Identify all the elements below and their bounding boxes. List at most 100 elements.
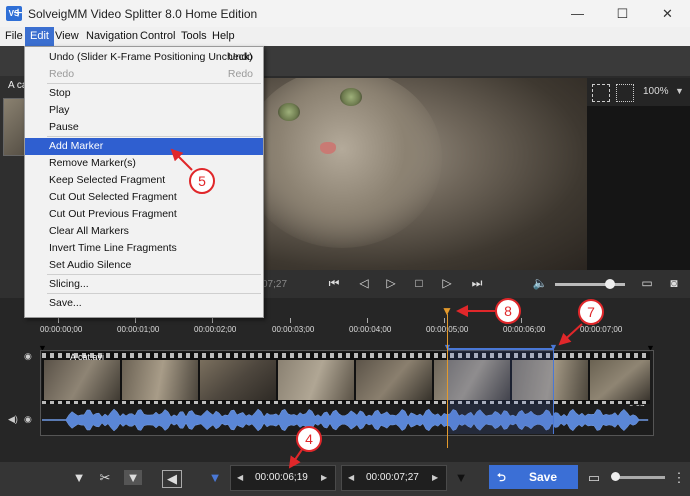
menu-separator: [47, 293, 261, 294]
ruler-label: 00:00:01;00: [117, 325, 160, 334]
video-frame: [200, 360, 276, 400]
video-frame: [44, 360, 120, 400]
ruler-label: 00:00:07;00: [580, 325, 623, 334]
filter-cut-icon[interactable]: ✂: [96, 470, 114, 486]
next-end-time-icon[interactable]: ▶: [432, 473, 438, 482]
prev-end-time-icon[interactable]: ◀: [348, 473, 354, 482]
filter-icon[interactable]: ▼: [70, 470, 88, 485]
annotation-8: 8: [495, 298, 521, 324]
zoom-slider-handle[interactable]: [611, 472, 620, 481]
edit-menu-item[interactable]: Save...: [25, 295, 263, 312]
edit-menu-item-label: Clear All Markers: [49, 225, 129, 237]
edit-menu-item-label: Slicing...: [49, 278, 89, 290]
zoom-level[interactable]: 100%: [643, 86, 669, 97]
current-time[interactable]: 00:00:06;19: [255, 472, 308, 483]
ruler-label: 00:00:03;00: [272, 325, 315, 334]
menu-help[interactable]: Help: [207, 27, 240, 46]
video-track[interactable]: [42, 352, 650, 404]
marker-line[interactable]: [553, 346, 554, 434]
step-forward-icon[interactable]: ▷: [438, 276, 456, 290]
edit-menu-item[interactable]: Slicing...: [25, 276, 263, 293]
save-button[interactable]: ⮌ Save: [489, 465, 578, 489]
ruler-tick: [444, 318, 445, 323]
audio-track-volume-icon[interactable]: ◀): [8, 414, 18, 425]
cat-eye-left: [278, 103, 300, 121]
step-back-icon[interactable]: ◁: [355, 276, 373, 290]
ruler-tick: [58, 318, 59, 323]
save-icon: ⮌: [497, 472, 506, 484]
selected-fragment[interactable]: [447, 350, 554, 434]
menu-control[interactable]: Control: [135, 27, 180, 46]
current-time-field[interactable]: ◀ 00:00:06;19 ▶: [230, 465, 336, 491]
ruler-tick: [367, 318, 368, 323]
edit-menu-item-label: Redo: [49, 68, 75, 80]
edit-menu-item[interactable]: Cut Out Previous Fragment: [25, 206, 263, 223]
video-preview[interactable]: [262, 78, 587, 270]
add-marker-icon[interactable]: ▼: [206, 470, 224, 485]
edit-menu-item[interactable]: Pause: [25, 119, 263, 136]
edit-menu-item[interactable]: Invert Time Line Fragments: [25, 240, 263, 257]
video-track-eye-icon[interactable]: ◉: [24, 351, 32, 362]
next-keyframe-icon[interactable]: ⏭: [468, 276, 486, 291]
video-frame: [122, 360, 198, 400]
selected-fragment-bar: [447, 348, 554, 350]
play-icon[interactable]: ▷: [382, 276, 400, 290]
edit-menu-item-label: Stop: [49, 87, 71, 99]
edit-menu-item-label: Keep Selected Fragment: [49, 174, 166, 186]
next-time-icon[interactable]: ▶: [321, 473, 327, 482]
window-title: SolveigMM Video Splitter 8.0 Home Editio…: [28, 7, 258, 21]
edit-menu-item[interactable]: Keep Selected Fragment: [25, 172, 263, 189]
save-label: Save: [529, 470, 558, 484]
mute-icon[interactable]: ◀: [162, 470, 182, 488]
edit-menu-item[interactable]: Undo (Slider K-Frame Positioning Uncheck…: [25, 49, 263, 66]
stop-icon[interactable]: □: [410, 276, 428, 290]
output-folder-icon[interactable]: ▭: [585, 470, 603, 486]
timeline-cursor[interactable]: [447, 314, 448, 448]
volume-icon[interactable]: 🔈: [531, 276, 549, 290]
cat-eye-right: [340, 88, 362, 106]
edit-menu-item[interactable]: Clear All Markers: [25, 223, 263, 240]
end-time[interactable]: 00:00:07;27: [366, 472, 419, 483]
edit-menu: Undo (Slider K-Frame Positioning Uncheck…: [24, 46, 264, 318]
snapshot-icon[interactable]: ◙: [665, 276, 683, 290]
prev-keyframe-icon[interactable]: ⏮: [325, 276, 343, 291]
edit-menu-item[interactable]: Remove Marker(s): [25, 155, 263, 172]
out-marker-icon[interactable]: ▼: [452, 470, 470, 485]
edit-menu-item[interactable]: Play: [25, 102, 263, 119]
edit-menu-item[interactable]: Set Audio Silence: [25, 257, 263, 274]
more-options-icon[interactable]: ⋮: [670, 470, 688, 486]
menu-view[interactable]: View: [50, 27, 84, 46]
folder-icon[interactable]: ▭: [638, 276, 656, 290]
minimize-button[interactable]: —: [555, 0, 600, 27]
maximize-button[interactable]: ☐: [600, 0, 645, 27]
edit-menu-item: Redo Redo: [25, 66, 263, 83]
cat-nose: [320, 142, 336, 154]
crop-icon[interactable]: [592, 84, 610, 102]
keep-filter-icon[interactable]: ▼: [124, 470, 142, 485]
edit-menu-item[interactable]: Add Marker: [25, 138, 263, 155]
edit-menu-item-shortcut: Redo: [227, 68, 253, 80]
track-name: A cat.avi: [70, 352, 105, 362]
cursor-head-icon[interactable]: ▼: [441, 304, 453, 318]
end-time-field[interactable]: ◀ 00:00:07;27 ▶: [341, 465, 447, 491]
close-button[interactable]: ✕: [645, 0, 690, 27]
menu-file[interactable]: File: [0, 27, 28, 46]
add-file-button[interactable]: +: [8, 4, 28, 24]
volume-handle[interactable]: [605, 279, 615, 289]
edit-menu-item-label: Undo (Slider K-Frame Positioning Uncheck…: [49, 51, 253, 63]
edit-menu-item-label: Add Marker: [49, 140, 104, 152]
menu-separator: [47, 136, 261, 137]
preview-side-area: [587, 78, 690, 270]
annotation-5: 5: [189, 168, 215, 194]
zoom-dropdown-icon[interactable]: ▼: [675, 86, 684, 96]
audio-track-eye-icon[interactable]: ◉: [24, 414, 32, 425]
ruler-tick: [290, 318, 291, 323]
edit-menu-item[interactable]: Stop: [25, 85, 263, 102]
menu-navigation[interactable]: Navigation: [81, 27, 143, 46]
zoom-slider[interactable]: [615, 476, 665, 479]
fullscreen-icon[interactable]: [616, 84, 634, 102]
ruler-tick: [135, 318, 136, 323]
audio-waveform[interactable]: [42, 406, 650, 434]
prev-time-icon[interactable]: ◀: [237, 473, 243, 482]
edit-menu-item[interactable]: Cut Out Selected Fragment: [25, 189, 263, 206]
